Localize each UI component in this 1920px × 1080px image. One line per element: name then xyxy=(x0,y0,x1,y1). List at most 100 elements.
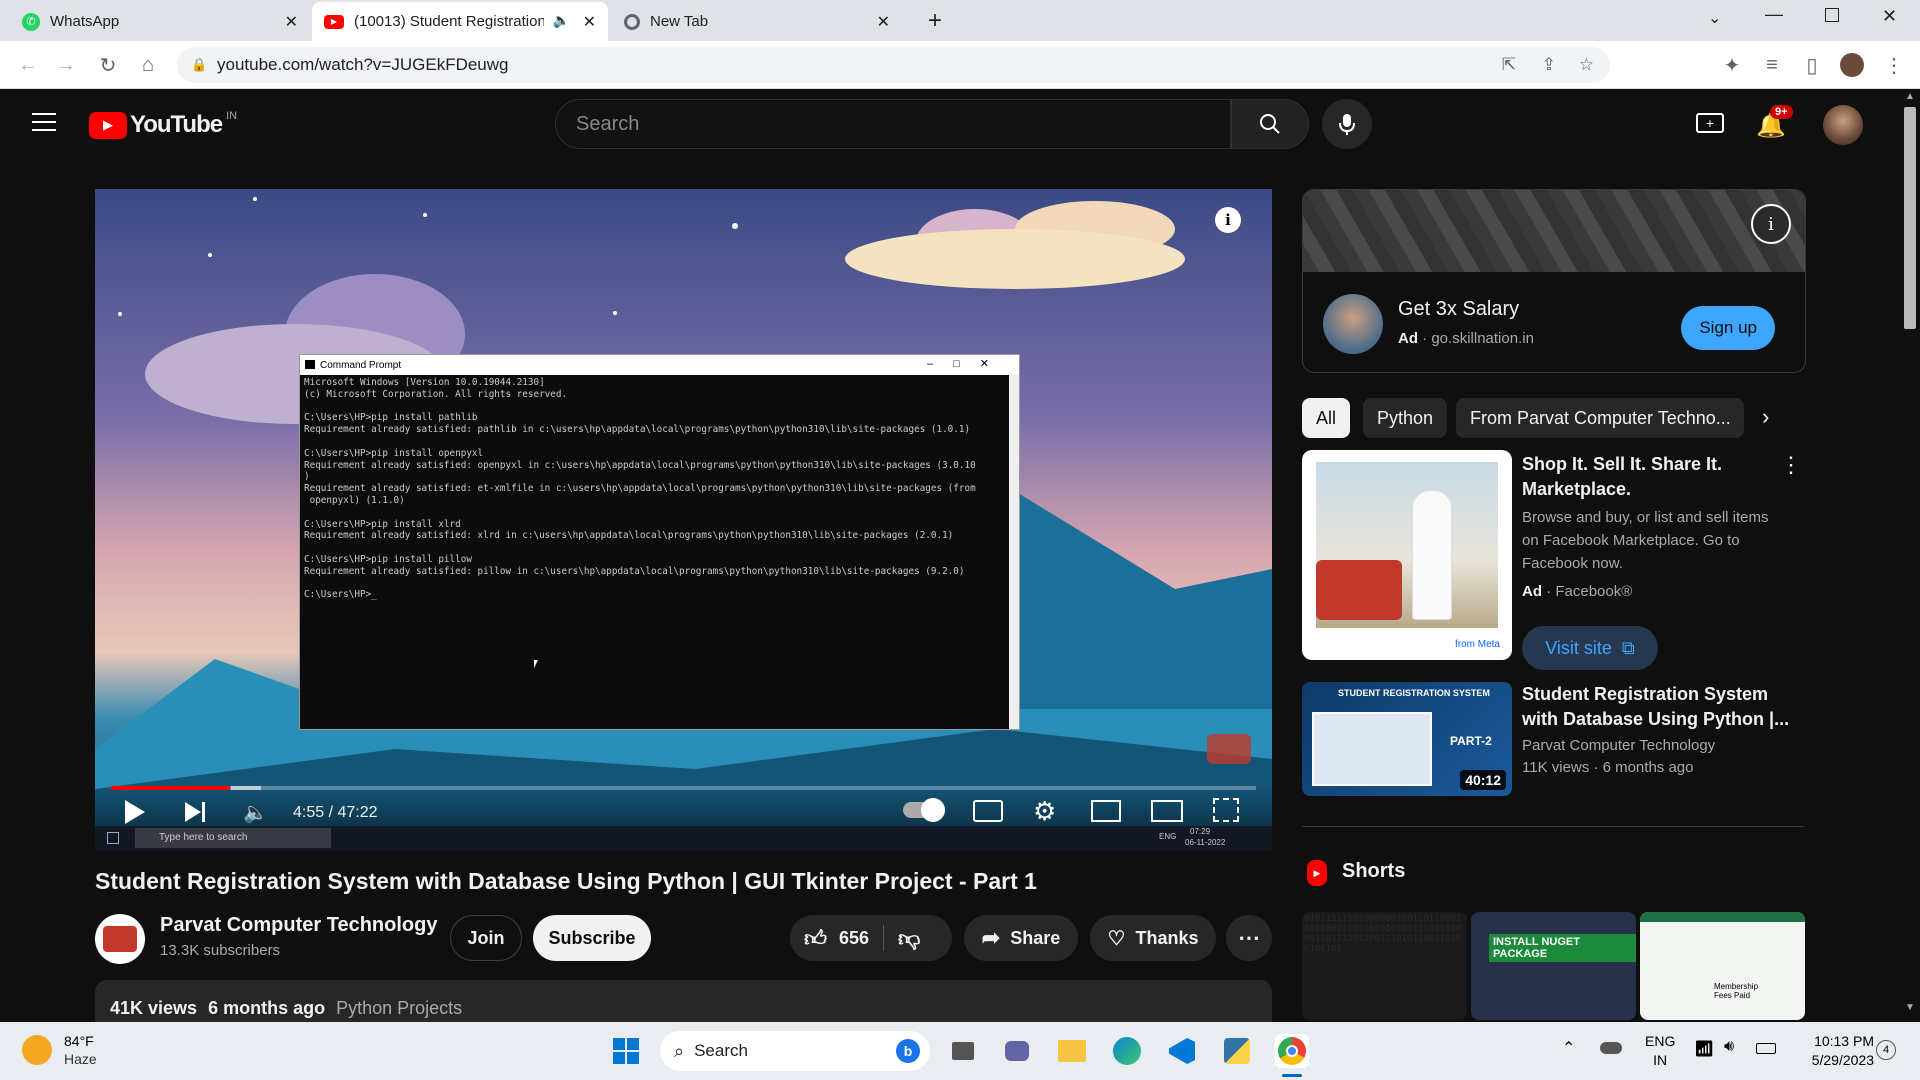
new-tab-button[interactable]: + xyxy=(920,6,950,36)
promo-description: Browse and buy, or list and sell items o… xyxy=(1522,509,1769,572)
volume-tray-icon[interactable]: 🔊︎ xyxy=(1724,1038,1734,1056)
recommended-thumbnail[interactable]: STUDENT REGISTRATION SYSTEM PART-2 40:12 xyxy=(1302,682,1512,796)
inner-search-box: Type here to search xyxy=(135,828,331,848)
next-video-button[interactable] xyxy=(185,802,201,822)
video-player[interactable]: i Command Prompt –□✕ Microsoft Windows [… xyxy=(95,189,1272,850)
youtube-logo[interactable]: ▶ YouTube IN xyxy=(89,110,237,139)
ad-domain: go.skillnation.in xyxy=(1431,330,1534,347)
video-info-icon[interactable]: i xyxy=(1215,207,1241,233)
description-box[interactable]: 41K views 6 months ago Python Projects xyxy=(95,980,1272,1022)
like-button[interactable]: 👍︎ 656 xyxy=(790,925,869,952)
voice-search-button[interactable] xyxy=(1322,99,1372,149)
notification-center-badge[interactable]: 4 xyxy=(1876,1040,1896,1060)
progress-bar[interactable] xyxy=(111,786,1256,790)
short-thumbnail-1[interactable]: 0101111110100000010011011000100000001101… xyxy=(1302,912,1467,1020)
wifi-icon[interactable]: 📶︎ xyxy=(1694,1039,1714,1059)
url-field[interactable]: 🔒 youtube.com/watch?v=JUGEkFDeuwg ⇱ ⇪ ☆ xyxy=(177,47,1610,83)
extensions-icon[interactable]: ✦ xyxy=(1718,51,1746,79)
speaker-icon[interactable]: 🔈 xyxy=(553,12,570,29)
tray-overflow-icon[interactable]: ⌃ xyxy=(1562,1038,1575,1058)
task-view-icon[interactable] xyxy=(946,1034,980,1068)
fullscreen-icon[interactable] xyxy=(1213,798,1239,822)
reload-icon[interactable]: ↻ xyxy=(94,51,122,79)
close-tab-icon[interactable]: ✕ xyxy=(285,12,298,32)
theater-mode-icon[interactable] xyxy=(1151,800,1183,822)
channel-name[interactable]: Parvat Computer Technology xyxy=(160,914,437,937)
volume-icon[interactable]: 🔈 xyxy=(243,800,268,825)
more-actions-button[interactable]: ⋯ xyxy=(1226,915,1272,961)
thanks-button[interactable]: ♡ Thanks xyxy=(1090,915,1216,961)
play-button[interactable] xyxy=(125,800,145,824)
search-input[interactable]: Search xyxy=(555,99,1231,149)
close-window-button[interactable]: ✕ xyxy=(1882,6,1897,27)
open-in-app-icon[interactable]: ⇱ xyxy=(1502,55,1516,75)
chrome-taskbar-icon[interactable] xyxy=(1275,1034,1309,1068)
share-icon[interactable]: ⇪ xyxy=(1542,55,1556,75)
tab-search-icon[interactable]: ⌄ xyxy=(1708,8,1721,28)
close-tab-icon[interactable]: ✕ xyxy=(583,12,596,32)
tab-youtube[interactable]: ▶ (10013) Student Registration 🔈 ✕ xyxy=(312,2,608,41)
account-avatar[interactable] xyxy=(1823,105,1863,145)
settings-gear-icon[interactable]: ⚙ xyxy=(1033,796,1056,827)
channel-avatar[interactable] xyxy=(95,914,145,964)
maximize-button[interactable] xyxy=(1825,8,1839,22)
playlist-hashtag[interactable]: Python Projects xyxy=(336,998,462,1018)
tab-whatsapp[interactable]: ✆ WhatsApp ✕ xyxy=(10,2,310,41)
ad-info-icon[interactable]: i xyxy=(1751,204,1791,244)
teams-chat-icon[interactable] xyxy=(1000,1034,1034,1068)
side-panel-icon[interactable]: ▯ xyxy=(1798,51,1826,79)
sidebar-ad-card[interactable]: i Get 3x Salary Ad · go.skillnation.in S… xyxy=(1302,189,1806,373)
scroll-down-arrow[interactable]: ▼ xyxy=(1905,1002,1915,1013)
promo-thumbnail[interactable]: from Meta xyxy=(1302,450,1512,660)
onedrive-icon[interactable] xyxy=(1600,1042,1622,1054)
hamburger-menu-icon[interactable] xyxy=(32,113,56,131)
scroll-up-arrow[interactable]: ▲ xyxy=(1905,91,1915,102)
chips-next-arrow-icon[interactable]: › xyxy=(1762,404,1769,430)
miniplayer-icon[interactable] xyxy=(1091,800,1121,822)
home-icon[interactable]: ⌂ xyxy=(134,51,162,79)
short-thumbnail-2[interactable]: INSTALL NUGET PACKAGE xyxy=(1471,912,1636,1020)
clock[interactable]: 10:13 PM 5/29/2023 xyxy=(1790,1032,1874,1070)
weather-widget[interactable]: 84°F Haze xyxy=(22,1032,97,1068)
file-explorer-icon[interactable] xyxy=(1055,1034,1089,1068)
bookmark-star-icon[interactable]: ☆ xyxy=(1579,55,1594,75)
search-button[interactable] xyxy=(1231,99,1309,149)
cmd-output-text: Microsoft Windows [Version 10.0.19044.21… xyxy=(304,377,976,601)
menu-kebab-icon[interactable]: ⋮ xyxy=(1880,51,1908,79)
recommended-channel[interactable]: Parvat Computer Technology xyxy=(1522,737,1715,754)
subscribe-button[interactable]: Subscribe xyxy=(533,915,651,961)
create-video-icon[interactable]: + xyxy=(1696,113,1724,133)
ad-cta-button[interactable]: Sign up xyxy=(1681,306,1775,350)
page-scrollbar[interactable]: ▲ ▼ xyxy=(1900,89,1920,1022)
promo-menu-icon[interactable]: ⋮ xyxy=(1780,452,1802,478)
media-control-icon[interactable]: ≡ xyxy=(1758,51,1786,79)
language-indicator[interactable]: ENG IN xyxy=(1645,1032,1675,1070)
short-thumbnail-3[interactable]: Membership Fees Paid xyxy=(1640,912,1805,1020)
battery-icon[interactable] xyxy=(1756,1043,1776,1054)
edge-browser-icon[interactable] xyxy=(1110,1034,1144,1068)
subtitles-icon[interactable] xyxy=(973,800,1003,822)
video-duration: 40:12 xyxy=(1460,770,1506,790)
thumb-part-label: PART-2 xyxy=(1450,734,1492,748)
recommended-title[interactable]: Student Registration System with Databas… xyxy=(1522,682,1792,732)
chip-all[interactable]: All xyxy=(1302,398,1351,438)
chip-python[interactable]: Python xyxy=(1363,398,1448,438)
join-button[interactable]: Join xyxy=(450,915,522,961)
tab-new-tab[interactable]: New Tab ✕ xyxy=(612,2,902,41)
vscode-icon[interactable] xyxy=(1165,1034,1199,1068)
profile-avatar[interactable] xyxy=(1838,51,1866,79)
forward-icon[interactable]: → xyxy=(52,51,80,79)
close-tab-icon[interactable]: ✕ xyxy=(877,12,890,32)
python-idle-icon[interactable] xyxy=(1220,1034,1254,1068)
dislike-button[interactable]: 👎︎ xyxy=(898,925,920,952)
visit-site-button[interactable]: Visit site ⧉ xyxy=(1522,626,1658,670)
minimize-button[interactable]: — xyxy=(1765,4,1783,25)
scroll-thumb[interactable] xyxy=(1904,107,1916,329)
autoplay-toggle[interactable] xyxy=(903,798,945,822)
windows-start-icon[interactable] xyxy=(609,1034,643,1068)
promo-title[interactable]: Shop It. Sell It. Share It. Marketplace. xyxy=(1522,452,1762,502)
chip-from-channel[interactable]: From Parvat Computer Techno... xyxy=(1456,398,1744,438)
share-button[interactable]: ➦ Share xyxy=(964,915,1078,961)
taskbar-search-box[interactable]: ⌕ Search b xyxy=(660,1031,930,1071)
back-icon[interactable]: ← xyxy=(14,51,42,79)
